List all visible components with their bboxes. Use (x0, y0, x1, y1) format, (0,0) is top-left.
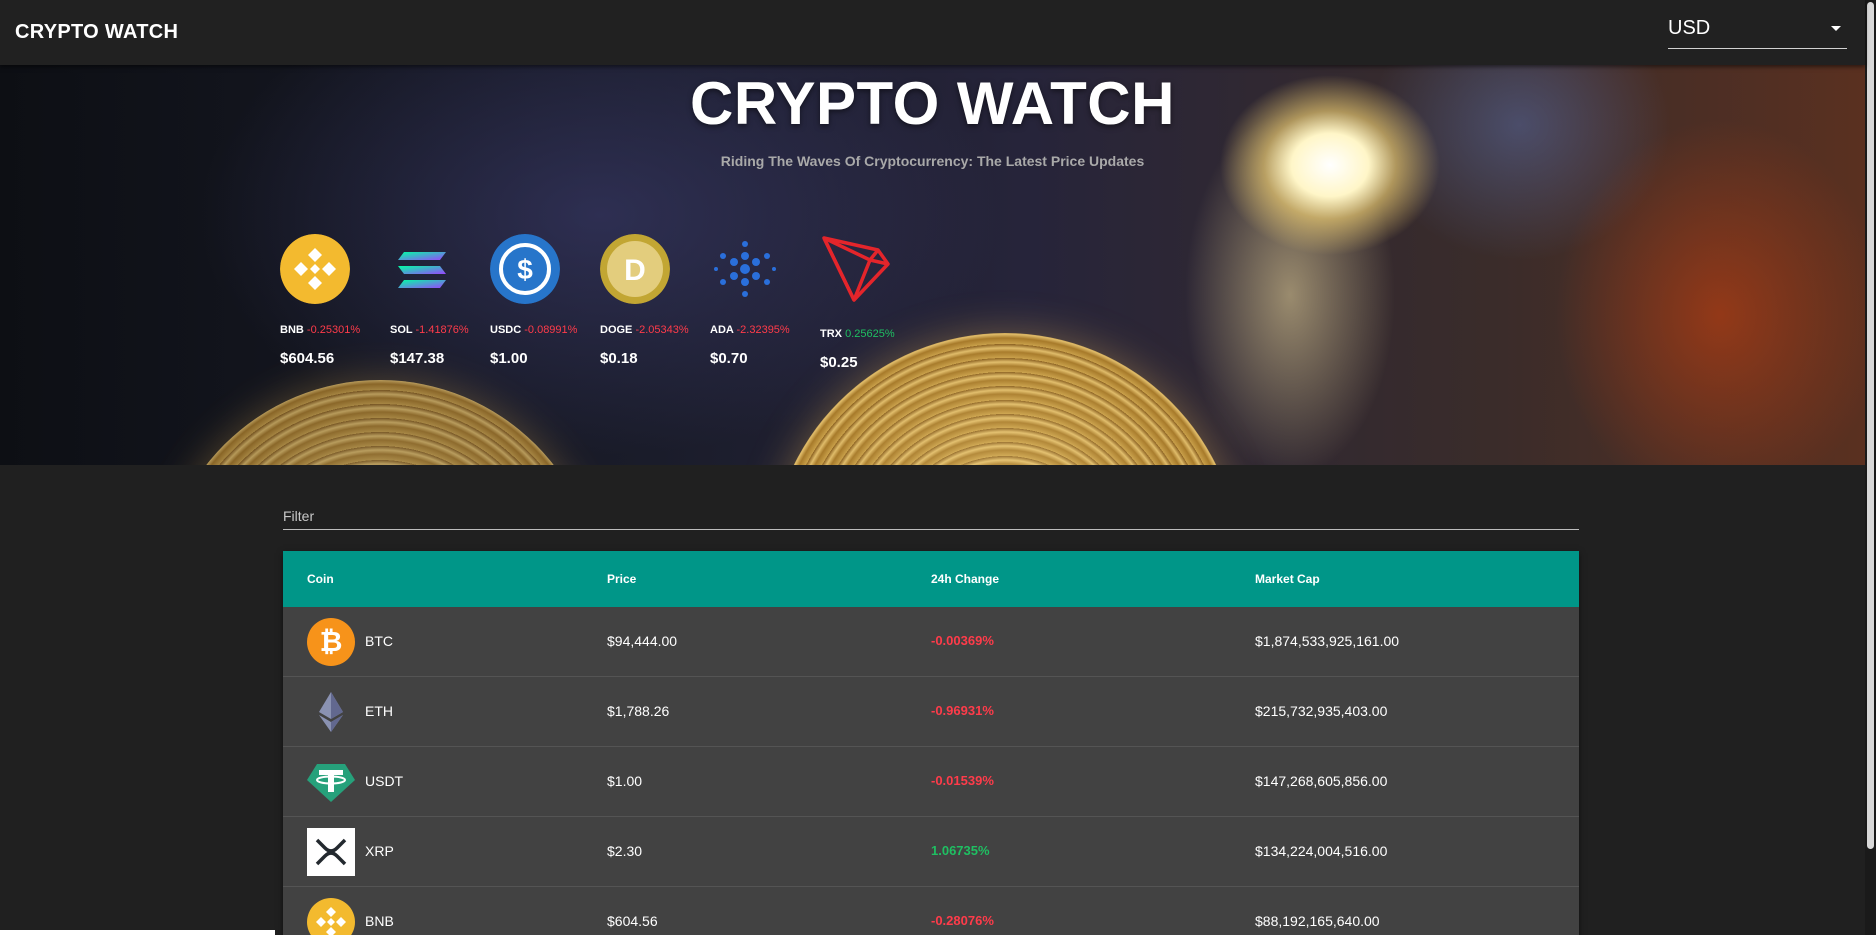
carousel-symbol: ADA -2.32395% (710, 324, 790, 336)
carousel-item[interactable]: BNB -0.25301% $604.56 (280, 234, 380, 384)
coin-change: -0.01539% (931, 773, 994, 788)
carousel-price: $0.18 (600, 350, 638, 367)
coin-price: $94,444.00 (607, 633, 678, 649)
coin-symbol: BTC (365, 633, 393, 649)
trx-icon (822, 236, 890, 302)
eth-icon (319, 692, 343, 732)
ada-icon (714, 241, 776, 297)
table-row[interactable]: USDT $1.00 -0.01539% $147,268,605,856.00 (283, 747, 1579, 817)
coin-change: -0.00369% (931, 633, 994, 648)
carousel-price: $0.25 (820, 354, 858, 371)
carousel-price: $604.56 (280, 350, 335, 367)
coin-market-cap: $134,224,004,516.00 (1255, 843, 1388, 859)
carousel-symbol: BNB -0.25301% (280, 324, 361, 336)
filter-input[interactable]: Filter (283, 502, 1579, 530)
svg-text:$: $ (517, 254, 533, 285)
carousel-item[interactable]: SOL -1.41876% $147.38 (390, 234, 490, 384)
currency-select[interactable]: USD (1668, 14, 1847, 49)
hero-title: CRYPTO WATCH (690, 70, 1175, 137)
header-market-cap[interactable]: Market Cap (1255, 572, 1320, 586)
carousel-change: -1.41876% (415, 324, 469, 336)
carousel-change: -2.05343% (635, 324, 689, 336)
table-row[interactable]: ₿ BTC $94,444.00 -0.00369% $1,874,533,92… (283, 607, 1579, 677)
carousel-symbol: SOL -1.41876% (390, 324, 469, 336)
carousel-price: $147.38 (390, 350, 445, 367)
carousel-symbol: TRX 0.25625% (820, 328, 895, 340)
coin-symbol: USDT (365, 773, 404, 789)
doge-icon: D (600, 234, 670, 304)
table-row[interactable]: ETH $1,788.26 -0.96931% $215,732,935,403… (283, 677, 1579, 747)
usdt-icon (307, 764, 355, 802)
coin-change: -0.28076% (931, 913, 994, 928)
coin-market-cap: $1,874,533,925,161.00 (1255, 633, 1400, 649)
carousel-price: $1.00 (490, 350, 528, 367)
header-price[interactable]: Price (607, 572, 636, 586)
vertical-scrollbar[interactable] (1865, 0, 1876, 935)
header-coin[interactable]: Coin (307, 572, 334, 586)
app-bar: CRYPTO WATCH USD (0, 0, 1865, 65)
coin-symbol: ETH (365, 703, 393, 719)
bnb-icon (307, 898, 355, 935)
carousel-symbol: DOGE -2.05343% (600, 324, 689, 336)
carousel-item[interactable]: ADA -2.32395% $0.70 (710, 234, 810, 384)
sol-icon (398, 252, 446, 288)
table-header: Coin Price 24h Change Market Cap (283, 551, 1579, 607)
coin-price: $2.30 (607, 843, 643, 859)
carousel-change: 0.25625% (845, 328, 895, 340)
coin-change: -0.96931% (931, 703, 994, 718)
carousel-symbol: USDC -0.08991% (490, 324, 578, 336)
scrollbar-thumb[interactable] (1867, 2, 1874, 849)
brand-title[interactable]: CRYPTO WATCH (15, 21, 178, 44)
carousel-item[interactable]: D DOGE -2.05343% $0.18 (600, 234, 700, 384)
coin-symbol: BNB (365, 913, 394, 929)
carousel-price: $0.70 (710, 350, 748, 367)
coin-market-cap: $215,732,935,403.00 (1255, 703, 1388, 719)
carousel-change: -2.32395% (736, 324, 790, 336)
table-row[interactable]: XRP $2.30 1.06735% $134,224,004,516.00 (283, 817, 1579, 887)
coin-table: Coin Price 24h Change Market Cap ₿ BTC $… (283, 551, 1579, 935)
coin-price: $1,788.26 (607, 703, 670, 719)
carousel-item[interactable]: $ USDC -0.08991% $1.00 (490, 234, 590, 384)
table-row[interactable]: BNB $604.56 -0.28076% $88,192,165,640.00 (283, 887, 1579, 935)
coin-symbol: XRP (365, 843, 394, 859)
usdc-icon: $ (490, 234, 560, 304)
header-24h-change[interactable]: 24h Change (931, 572, 999, 586)
coin-price: $604.56 (607, 913, 658, 929)
bnb-icon (280, 234, 350, 304)
carousel-change: -0.25301% (306, 324, 361, 336)
hero-subtitle: Riding The Waves Of Cryptocurrency: The … (720, 153, 1145, 169)
background-coin-image (160, 380, 600, 465)
coin-change: 1.06735% (931, 843, 990, 858)
btc-icon: ₿ (307, 618, 355, 666)
coin-market-cap: $88,192,165,640.00 (1255, 913, 1380, 929)
svg-text:D: D (624, 254, 646, 287)
coin-market-cap: $147,268,605,856.00 (1255, 773, 1388, 789)
page-bottom-indicator (0, 930, 275, 935)
hero-banner: CRYPTO WATCH Riding The Waves Of Cryptoc… (0, 65, 1865, 465)
caret-down-icon (1831, 26, 1841, 31)
carousel-change: -0.08991% (524, 324, 578, 336)
coin-price: $1.00 (607, 773, 643, 789)
xrp-icon (307, 828, 355, 876)
carousel-item[interactable]: TRX 0.25625% $0.25 (820, 232, 920, 382)
currency-select-value: USD (1668, 17, 1711, 39)
svg-text:₿: ₿ (320, 626, 343, 657)
filter-label: Filter (283, 508, 315, 524)
